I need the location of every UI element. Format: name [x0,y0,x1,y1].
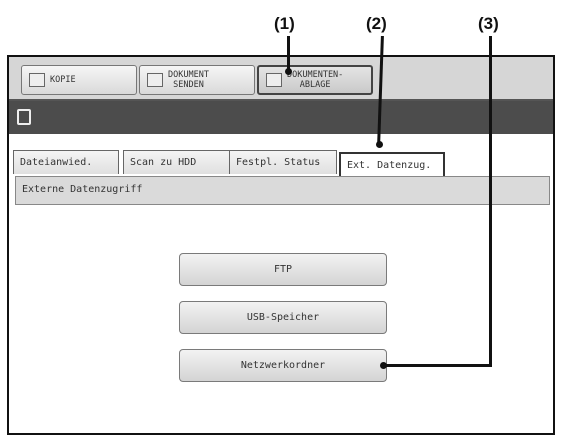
callout-1-line [287,36,290,71]
filing-icon [266,73,282,87]
callout-2-dot [376,141,383,148]
send-icon [147,73,163,87]
mode-bar: KOPIE DOKUMENT SENDEN DOKUMENTEN- ABLAGE [9,57,553,101]
tab-scan-to-hdd[interactable]: Scan zu HDD [123,150,231,174]
section-title: Externe Datenzugriff [15,176,550,205]
status-bar [9,101,553,134]
document-filing-icon [17,109,31,125]
filing-mode-label: DOKUMENTEN- ABLAGE [287,70,344,90]
callout-2: (2) [366,14,387,33]
tab-hdd-status[interactable]: Festpl. Status [229,150,337,174]
callout-3: (3) [478,14,499,33]
copy-mode-label: KOPIE [50,75,76,85]
tab-bar: Dateianwied. Scan zu HDD Festpl. Status … [9,134,553,176]
tab-file-retrieve[interactable]: Dateianwied. [13,150,119,174]
send-mode-button[interactable]: DOKUMENT SENDEN [139,65,255,95]
tab-external-data-access[interactable]: Ext. Datenzug. [339,152,445,176]
callout-3-dot [380,362,387,369]
callout-3-line-v [489,36,492,366]
filing-mode-button[interactable]: DOKUMENTEN- ABLAGE [257,65,373,95]
usb-memory-button[interactable]: USB-Speicher [179,301,387,334]
send-mode-label: DOKUMENT SENDEN [168,70,209,90]
callout-1-dot [285,68,292,75]
copy-icon [29,73,45,87]
copy-mode-button[interactable]: KOPIE [21,65,137,95]
device-screen: KOPIE DOKUMENT SENDEN DOKUMENTEN- ABLAGE… [7,55,555,435]
callout-3-line-h [384,364,492,367]
ftp-button[interactable]: FTP [179,253,387,286]
network-folder-button[interactable]: Netzwerkordner [179,349,387,382]
callout-1: (1) [274,14,295,33]
